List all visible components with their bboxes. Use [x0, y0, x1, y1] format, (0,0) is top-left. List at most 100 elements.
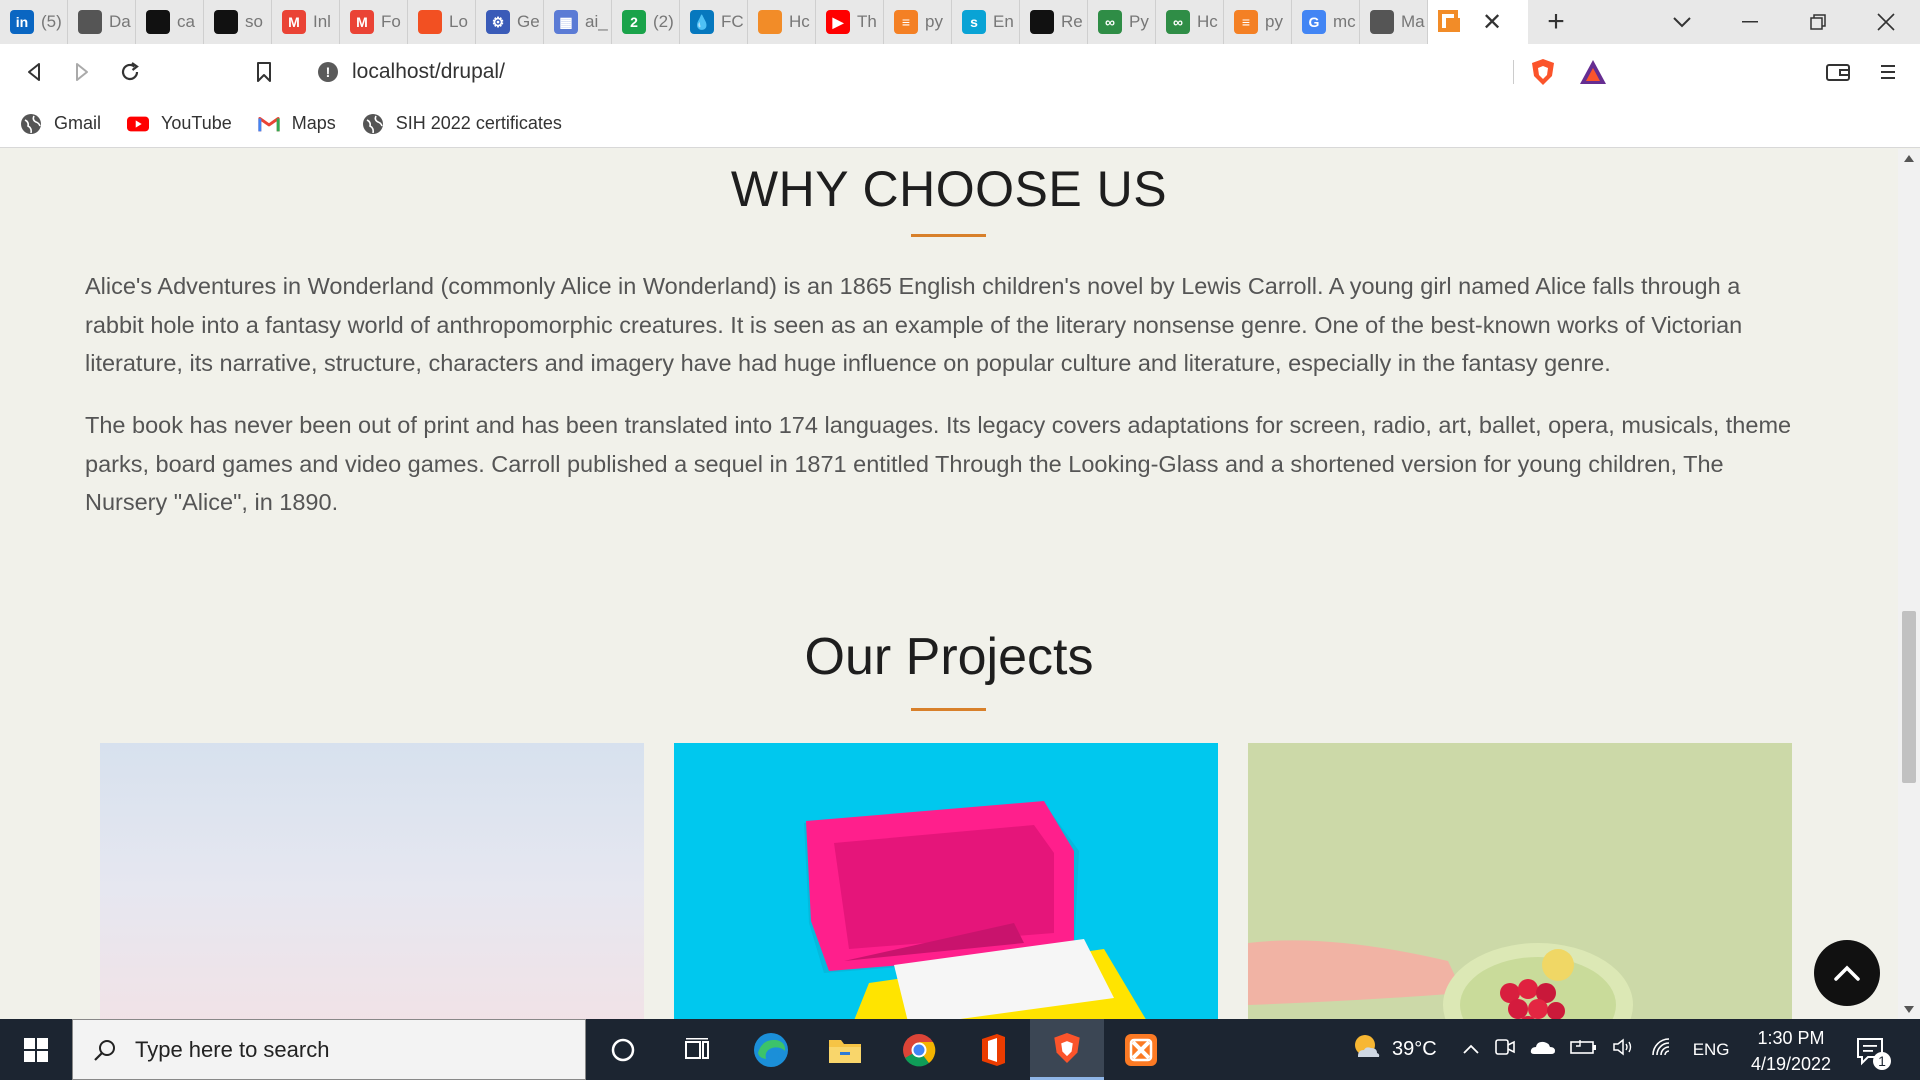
browser-tab[interactable]: 2 (2)	[612, 0, 680, 44]
tab-search-chevron-icon[interactable]	[1648, 0, 1716, 44]
menu-icon[interactable]	[1870, 54, 1906, 90]
linkedin-icon: in	[10, 10, 34, 34]
scrollbar-thumb[interactable]	[1902, 611, 1916, 783]
browser-tab[interactable]: ≡ py	[884, 0, 952, 44]
tab-title: Hc	[789, 12, 810, 31]
project-card-2[interactable]	[674, 743, 1218, 1019]
youtube-icon	[127, 113, 150, 135]
browser-tab[interactable]: Lo	[408, 0, 476, 44]
bookmark-label: Gmail	[54, 113, 102, 133]
office-icon[interactable]	[956, 1019, 1030, 1080]
tab-title: En	[993, 12, 1014, 31]
browser-tab[interactable]: 💧 FC	[680, 0, 748, 44]
taskbar-search-box[interactable]: Type here to search	[72, 1019, 586, 1080]
back-button[interactable]	[10, 48, 58, 96]
browser-tab[interactable]: M Fo	[340, 0, 408, 44]
browser-tab[interactable]: in (5)	[0, 0, 68, 44]
browser-tab[interactable]: ∞ Hc	[1156, 0, 1224, 44]
orange-square-icon	[1438, 10, 1462, 34]
battery-icon[interactable]	[1569, 1039, 1598, 1060]
github-icon	[146, 10, 170, 34]
minimize-button[interactable]	[1716, 0, 1784, 44]
onedrive-cloud-icon[interactable]	[1530, 1039, 1556, 1060]
close-window-button[interactable]	[1852, 0, 1920, 44]
drupal-icon: 💧	[690, 10, 714, 34]
url-text[interactable]: localhost/drupal/	[352, 60, 505, 84]
stackoverflow-icon: ≡	[894, 10, 918, 34]
address-bar[interactable]: ! localhost/drupal/	[300, 50, 1622, 94]
close-tab-icon[interactable]: ✕	[1482, 8, 1502, 37]
wifi-icon[interactable]	[1650, 1037, 1674, 1062]
back-to-top-button[interactable]	[1814, 940, 1880, 1006]
scroll-up-arrow-icon[interactable]	[1904, 155, 1914, 162]
stackoverflow-icon: ≡	[1234, 10, 1258, 34]
file-explorer-icon[interactable]	[808, 1019, 882, 1080]
browser-tab[interactable]: ▦ ai_	[544, 0, 612, 44]
weather-temperature[interactable]: 39°C	[1392, 1038, 1437, 1061]
geeksforgeeks-icon: ∞	[1166, 10, 1190, 34]
browser-tab[interactable]: ▶ Th	[816, 0, 884, 44]
chevron-up-icon[interactable]	[1462, 1039, 1480, 1060]
wallet-icon[interactable]	[1820, 54, 1856, 90]
system-tray: 39°C ENG	[1352, 1019, 1737, 1080]
meet-now-icon[interactable]	[1494, 1037, 1516, 1062]
forward-button[interactable]	[58, 48, 106, 96]
xampp-icon[interactable]	[1104, 1019, 1178, 1080]
page-scrollbar[interactable]	[1898, 149, 1920, 1019]
browser-tab[interactable]: M Inl	[272, 0, 340, 44]
browser-tab[interactable]: ≡ py	[1224, 0, 1292, 44]
globe-icon	[20, 113, 42, 135]
start-button[interactable]	[0, 1019, 72, 1080]
reload-button[interactable]	[106, 48, 154, 96]
paragraph-1: Alice's Adventures in Wonderland (common…	[85, 273, 1743, 376]
bookmark-gmail[interactable]: Gmail	[20, 113, 101, 135]
browser-tab[interactable]: Ma	[1360, 0, 1428, 44]
weather-icon[interactable]	[1352, 1032, 1382, 1067]
edge-icon[interactable]	[734, 1019, 808, 1080]
volume-icon[interactable]	[1612, 1037, 1636, 1062]
bookmark-maps[interactable]: Maps	[258, 113, 336, 135]
browser-tab[interactable]: ca	[136, 0, 204, 44]
bookmark-label: Maps	[291, 113, 336, 133]
bookmark-sih-certificates[interactable]: SIH 2022 certificates	[362, 113, 562, 135]
browser-tab[interactable]: Hc	[748, 0, 816, 44]
bookmark-youtube[interactable]: YouTube	[127, 113, 232, 135]
chrome-icon[interactable]	[882, 1019, 956, 1080]
tab-title: mc	[1333, 12, 1356, 31]
bookmark-label: SIH 2022 certificates	[395, 113, 562, 133]
browser-tab[interactable]: Da	[68, 0, 136, 44]
site-info-icon[interactable]: !	[318, 62, 338, 82]
windows-logo-icon	[24, 1037, 48, 1062]
raspberry-bowl-image	[1248, 743, 1792, 1019]
tab-active[interactable]: ✕	[1428, 0, 1528, 44]
bookmarks-bar: Gmail YouTube Maps SIH 2022 certificates	[0, 100, 1920, 148]
clock-date: 4/19/2022	[1750, 1054, 1832, 1074]
project-card-3[interactable]	[1248, 743, 1792, 1019]
browser-tab[interactable]: ∞ Py	[1088, 0, 1156, 44]
tab-title: Th	[857, 12, 877, 31]
browser-tab[interactable]: ⚙ Ge	[476, 0, 544, 44]
taskbar-clock[interactable]: 1:30 PM 4/19/2022	[1736, 1025, 1846, 1077]
brave-rewards-icon[interactable]	[1578, 58, 1608, 86]
restore-button[interactable]	[1784, 0, 1852, 44]
project-card-1[interactable]	[100, 743, 644, 1019]
new-tab-button[interactable]: +	[1528, 0, 1584, 44]
tab-title: so	[245, 12, 263, 31]
notification-center-icon[interactable]: 1	[1852, 1031, 1892, 1071]
geeksforgeeks-icon: ∞	[1098, 10, 1122, 34]
browser-tab[interactable]: so	[204, 0, 272, 44]
page-content: WHY CHOOSE US Alice's Adventures in Wond…	[0, 149, 1898, 1019]
number-two-icon: 2	[622, 10, 646, 34]
task-view-button[interactable]	[660, 1019, 734, 1080]
browser-tab[interactable]: Re	[1020, 0, 1088, 44]
input-language[interactable]: ENG	[1693, 1040, 1730, 1060]
cortana-button[interactable]	[586, 1019, 660, 1080]
brave-browser-icon[interactable]	[1030, 1019, 1104, 1080]
search-placeholder: Type here to search	[135, 1036, 330, 1062]
bookmark-page-button[interactable]	[240, 48, 288, 96]
browser-tab[interactable]: Gmc	[1292, 0, 1360, 44]
clock-time: 1:30 PM	[1757, 1028, 1825, 1048]
scroll-down-arrow-icon[interactable]	[1904, 1006, 1914, 1013]
brave-shields-icon[interactable]	[1530, 58, 1556, 86]
browser-tab[interactable]: s En	[952, 0, 1020, 44]
